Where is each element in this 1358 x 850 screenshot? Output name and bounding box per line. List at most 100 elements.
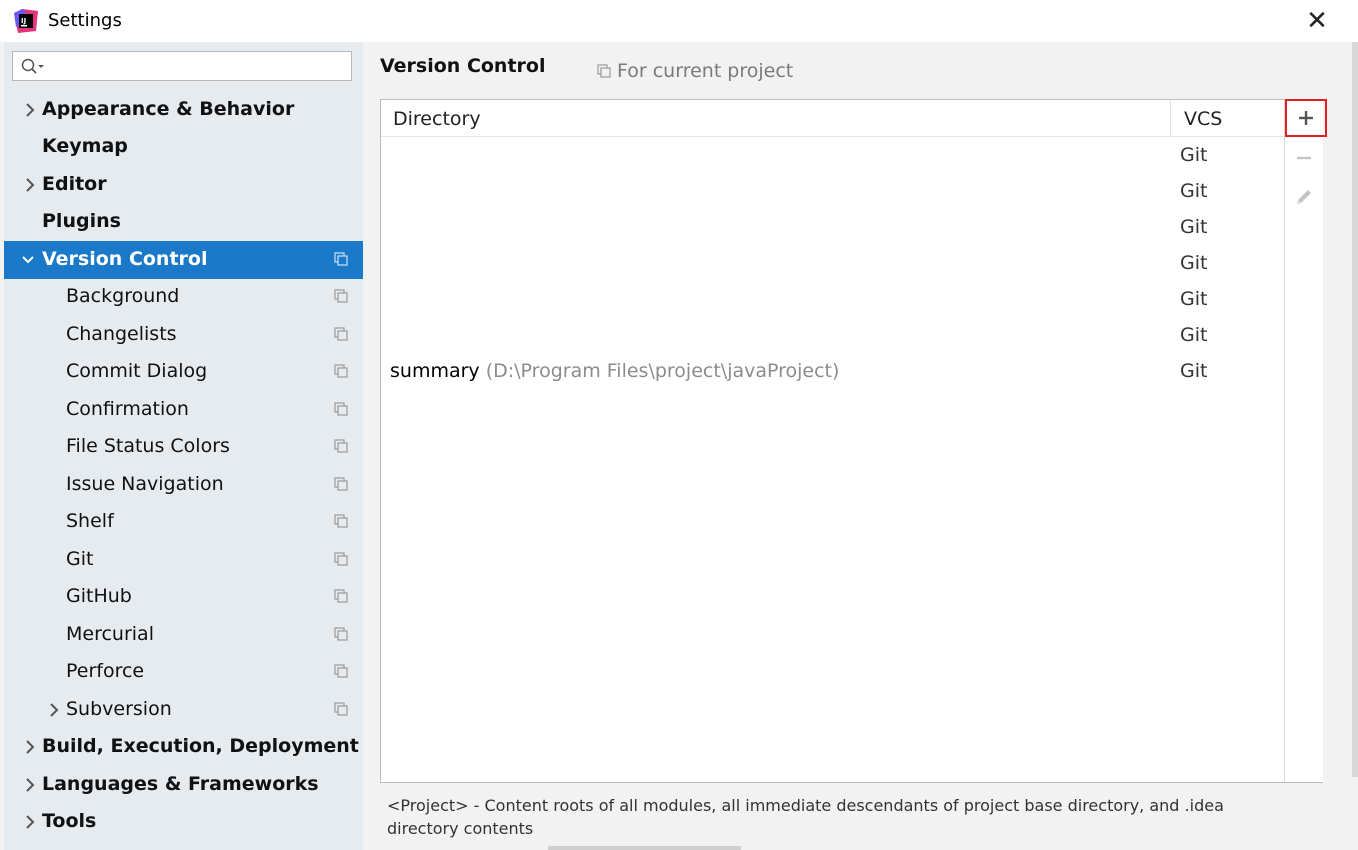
sidebar-item-label: Background (66, 285, 180, 307)
sidebar-item-label: Mercurial (66, 623, 154, 645)
vcs-cell: Git (1180, 144, 1208, 166)
project-scope-icon (597, 64, 611, 78)
vcs-cell: Git (1180, 180, 1208, 202)
project-scope-icon (334, 289, 348, 303)
plus-icon (1299, 111, 1313, 125)
chevron-right-icon (26, 178, 35, 192)
sidebar-item-issue-navigation[interactable]: Issue Navigation (4, 466, 363, 504)
sidebar-item-mercurial[interactable]: Mercurial (4, 616, 363, 654)
table-row[interactable]: Git (381, 283, 1284, 319)
sidebar-item-label: Shelf (66, 510, 114, 532)
scope-label: For current project (617, 60, 794, 82)
sidebar-item-label: Changelists (66, 323, 177, 345)
vcs-mappings-table[interactable]: Directory VCS Git Git Git Git Git Git su… (380, 99, 1327, 783)
search-input[interactable] (12, 51, 352, 81)
page-title: Version Control (380, 55, 546, 77)
sidebar-item-commit-dialog[interactable]: Commit Dialog (4, 353, 363, 391)
table-row[interactable]: summary (D:\Program Files\project\javaPr… (381, 355, 1284, 391)
project-scope-icon (334, 477, 348, 491)
sidebar-item-label: Commit Dialog (66, 360, 208, 382)
project-scope-icon (334, 252, 348, 266)
svg-text:IJ: IJ (21, 17, 26, 25)
minus-icon (1297, 156, 1311, 160)
sidebar-item-label: Build, Execution, Deployment (42, 735, 359, 757)
directory-name: summary (390, 360, 480, 382)
sidebar-item-background[interactable]: Background (4, 278, 363, 316)
footer-note: <Project> - Content roots of all modules… (387, 796, 1224, 838)
project-scope-icon (334, 552, 348, 566)
project-scope-icon (334, 514, 348, 528)
table-row[interactable]: Git (381, 175, 1284, 211)
title-bar: IJ Settings ✕ (0, 0, 1358, 42)
window-scrollbar[interactable] (1352, 42, 1358, 777)
table-header: Directory VCS (381, 100, 1284, 137)
sidebar-item-languages-frameworks[interactable]: Languages & Frameworks (4, 766, 363, 804)
sidebar-item-perforce[interactable]: Perforce (4, 653, 363, 691)
sidebar-item-label: Plugins (42, 210, 121, 232)
sidebar-item-editor[interactable]: Editor (4, 166, 363, 204)
sidebar-item-keymap[interactable]: Keymap (4, 128, 363, 166)
table-row[interactable]: Git (381, 247, 1284, 283)
sidebar-item-label: GitHub (66, 585, 132, 607)
sidebar-item-github[interactable]: GitHub (4, 578, 363, 616)
project-scope-icon (334, 439, 348, 453)
column-header-vcs[interactable]: VCS (1184, 108, 1222, 130)
project-scope-icon (334, 364, 348, 378)
settings-sidebar: Appearance & Behavior Keymap Editor Plug… (4, 42, 363, 850)
close-button[interactable]: ✕ (1302, 6, 1332, 36)
table-toolbar (1284, 99, 1327, 782)
sidebar-item-subversion[interactable]: Subversion (4, 691, 363, 729)
sidebar-item-label: Perforce (66, 660, 145, 682)
sidebar-item-label: Editor (42, 173, 107, 195)
sidebar-item-label: File Status Colors (66, 435, 230, 457)
pencil-icon (1297, 190, 1311, 204)
vcs-cell: Git (1180, 360, 1208, 382)
sidebar-item-appearance-behavior[interactable]: Appearance & Behavior (4, 91, 363, 129)
intellij-logo-icon: IJ (14, 9, 38, 33)
sidebar-item-file-status-colors[interactable]: File Status Colors (4, 428, 363, 466)
project-scope-icon (334, 627, 348, 641)
column-header-directory[interactable]: Directory (393, 108, 481, 130)
sidebar-item-label: Issue Navigation (66, 473, 224, 495)
resize-handle[interactable] (548, 846, 741, 850)
vcs-cell: Git (1180, 324, 1208, 346)
chevron-right-icon (26, 778, 35, 792)
sidebar-item-tools[interactable]: Tools (4, 803, 363, 841)
sidebar-item-label: Version Control (42, 248, 208, 270)
vcs-cell: Git (1180, 216, 1208, 238)
project-scope-icon (334, 702, 348, 716)
chevron-right-icon (26, 815, 35, 829)
sidebar-item-label: Keymap (42, 135, 128, 157)
window-title: Settings (48, 10, 122, 31)
chevron-right-icon (50, 703, 59, 717)
edit-button[interactable] (1287, 180, 1321, 214)
sidebar-item-changelists[interactable]: Changelists (4, 316, 363, 354)
sidebar-item-label: Git (66, 548, 94, 570)
search-icon (21, 58, 44, 74)
vcs-cell: Git (1180, 252, 1208, 274)
sidebar-item-version-control[interactable]: Version Control (4, 241, 363, 279)
sidebar-item-plugins[interactable]: Plugins (4, 203, 363, 241)
add-button[interactable] (1285, 99, 1327, 137)
project-scope-icon (334, 402, 348, 416)
directory-cell: summary (D:\Program Files\project\javaPr… (390, 360, 839, 382)
sidebar-item-build-execution-deployment[interactable]: Build, Execution, Deployment (4, 728, 363, 766)
remove-button[interactable] (1287, 141, 1321, 175)
table-row[interactable]: Git (381, 319, 1284, 355)
project-scope-icon (334, 589, 348, 603)
chevron-right-icon (26, 103, 35, 117)
sidebar-item-confirmation[interactable]: Confirmation (4, 391, 363, 429)
sidebar-item-git[interactable]: Git (4, 541, 363, 579)
column-separator[interactable] (1170, 100, 1171, 136)
chevron-right-icon (26, 740, 35, 754)
table-row[interactable]: Git (381, 139, 1284, 175)
directory-path: (D:\Program Files\project\javaProject) (485, 360, 840, 382)
sidebar-item-label: Confirmation (66, 398, 189, 420)
sidebar-item-label: Appearance & Behavior (42, 98, 295, 120)
sidebar-item-label: Languages & Frameworks (42, 773, 319, 795)
sidebar-item-label: Tools (42, 810, 97, 832)
project-scope-icon (334, 327, 348, 341)
table-row[interactable]: Git (381, 211, 1284, 247)
sidebar-item-shelf[interactable]: Shelf (4, 503, 363, 541)
chevron-down-icon (22, 256, 34, 264)
